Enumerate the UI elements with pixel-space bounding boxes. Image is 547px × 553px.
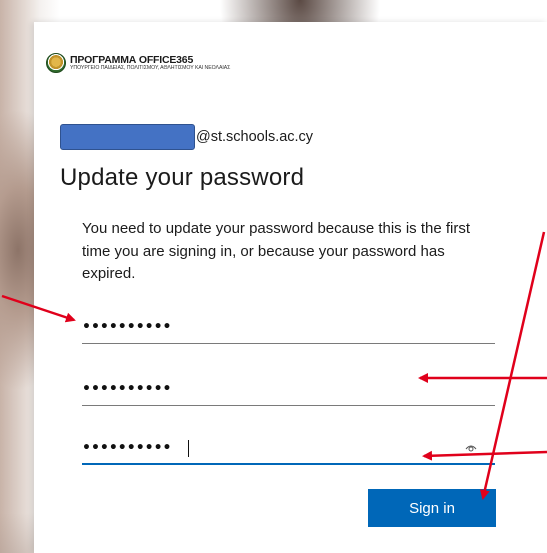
confirm-password-input[interactable]: •••••••••• [82, 431, 495, 465]
current-password-field[interactable]: •••••••••• [82, 310, 495, 344]
cyprus-crest-logo [46, 53, 66, 73]
sign-in-button[interactable]: Sign in [368, 489, 496, 527]
new-password-underline [82, 405, 495, 406]
signin-card [34, 22, 547, 553]
confirm-password-underline [82, 463, 495, 465]
confirm-password-field[interactable]: •••••••••• [82, 431, 495, 465]
redacted-username [60, 124, 195, 150]
password-expired-message: You need to update your password because… [82, 220, 471, 282]
logo-subtitle: ΥΠΟΥΡΓΕΙΟ ΠΑΙΔΕΙΑΣ, ΠΟΛΙΤΙΣΜΟΥ, ΑΘΛΗΤΙΣΜ… [70, 65, 231, 72]
logo-title: ΠΡΟΓΡΑΜΜΑ OFFICE365 [70, 53, 194, 66]
page-title: Update your password [60, 164, 305, 191]
logo-text: ΠΡΟΓΡΑΜΜΑ OFFICE365 ΥΠΟΥΡΓΕΙΟ ΠΑΙΔΕΙΑΣ, … [70, 55, 230, 72]
current-password-input[interactable]: •••••••••• [82, 310, 495, 344]
text-caret [188, 440, 189, 457]
eye-icon[interactable] [465, 442, 477, 454]
email-domain: @st.schools.ac.cy [196, 129, 314, 145]
new-password-field[interactable]: •••••••••• [82, 372, 495, 406]
current-password-underline [82, 343, 495, 344]
organization-logo: ΠΡΟΓΡΑΜΜΑ OFFICE365 ΥΠΟΥΡΓΕΙΟ ΠΑΙΔΕΙΑΣ, … [46, 53, 230, 73]
account-identifier: @st.schools.ac.cy [60, 124, 313, 150]
new-password-input[interactable]: •••••••••• [82, 372, 495, 406]
